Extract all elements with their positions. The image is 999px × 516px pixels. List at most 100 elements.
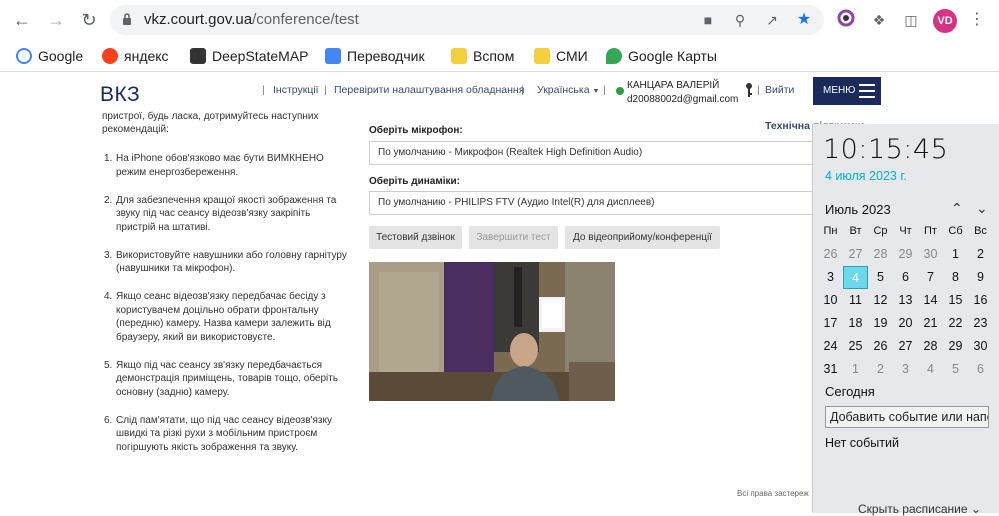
calendar-day[interactable]: 14 (918, 289, 943, 312)
bookmark-google[interactable]: Google (16, 46, 83, 66)
calendar-day[interactable]: 1 (943, 243, 968, 266)
calendar-day[interactable]: 27 (893, 335, 918, 358)
camera-blocked-icon[interactable]: ■ (698, 10, 718, 30)
calendar-day[interactable]: 10 (818, 289, 843, 312)
side-panel-icon[interactable]: ◫ (900, 9, 922, 31)
calendar-day[interactable]: 26 (818, 243, 843, 266)
extensions-puzzle-icon[interactable]: ❖ (868, 9, 890, 31)
calendar-day[interactable]: 28 (918, 335, 943, 358)
menu-button[interactable]: МЕНЮ (813, 77, 881, 105)
calendar-day[interactable]: 25 (843, 335, 868, 358)
calendar-week-row: 24 25 26 27 28 29 30 (818, 335, 998, 358)
weekday-label: Пт (924, 225, 937, 237)
calendar-day[interactable]: 7 (918, 266, 943, 289)
chevron-down-icon[interactable]: ⌄ (976, 200, 988, 217)
url-text: vkz.court.gov.ua/conference/test (144, 11, 359, 28)
bookmark-yandex[interactable]: яндекс (102, 46, 169, 66)
add-event-input[interactable]: Добавить событие или напоминание (825, 406, 989, 428)
calendar-day[interactable]: 8 (943, 266, 968, 289)
calendar-day[interactable]: 28 (868, 243, 893, 266)
deepstate-icon (190, 48, 206, 64)
logout-link[interactable]: Вийти (765, 84, 794, 96)
calendar-day[interactable]: 6 (893, 266, 918, 289)
calendar-day[interactable]: 29 (943, 335, 968, 358)
calendar-day[interactable]: 3 (818, 266, 843, 289)
hamburger-icon (859, 84, 875, 98)
chevron-up-icon[interactable]: ⌃ (951, 200, 963, 217)
profile-avatar[interactable]: VD (933, 9, 957, 33)
finish-test-button[interactable]: Завершити тест (469, 226, 558, 249)
calendar-day[interactable]: 6 (968, 358, 993, 381)
address-bar[interactable]: vkz.court.gov.ua/conference/test ■ ⚲ ↗ ★ (110, 5, 824, 35)
calendar-day[interactable]: 29 (893, 243, 918, 266)
bookmark-translate[interactable]: Переводчик (325, 46, 425, 66)
forward-icon[interactable]: → (44, 8, 68, 32)
zoom-icon[interactable]: ⚲ (730, 10, 750, 30)
calendar-week-row: 3456789 (818, 266, 998, 289)
calendar-month[interactable]: Июль 2023 (825, 202, 891, 217)
calendar-day[interactable]: 4 (918, 358, 943, 381)
calendar-day[interactable]: 11 (843, 289, 868, 312)
google-icon (16, 48, 32, 64)
chevron-down-icon: ⌄ (970, 502, 981, 516)
calendar-day[interactable]: 16 (968, 289, 993, 312)
footer-rights: Всі права застереж (737, 489, 809, 498)
calendar-day[interactable]: 2 (968, 243, 993, 266)
calendar-day[interactable]: 26 (868, 335, 893, 358)
reload-icon[interactable]: ↻ (77, 8, 101, 32)
calendar-day[interactable]: 12 (868, 289, 893, 312)
calendar-day[interactable]: 20 (893, 312, 918, 335)
star-bookmark-icon[interactable]: ★ (794, 10, 814, 30)
key-icon[interactable] (745, 83, 753, 97)
calendar-day[interactable]: 24 (818, 335, 843, 358)
maps-icon (606, 48, 622, 64)
calendar-day[interactable]: 19 (868, 312, 893, 335)
user-name[interactable]: КАНЦАРА ВАЛЕРІЙ (627, 80, 719, 91)
browser-toolbar: ← → ↻ vkz.court.gov.ua/conference/test ■… (0, 0, 999, 40)
back-icon[interactable]: ← (10, 8, 34, 32)
speaker-select[interactable]: По умолчанию - PHILIPS FTV (Аудио Intel(… (369, 191, 829, 215)
bookmark-folder-vspom[interactable]: Вспом (451, 46, 514, 66)
calendar-day[interactable]: 23 (968, 312, 993, 335)
site-logo[interactable]: ВКЗ (100, 83, 140, 107)
nav-instructions[interactable]: Інструкції (273, 84, 319, 96)
calendar-day[interactable]: 21 (918, 312, 943, 335)
language-dropdown[interactable]: Українська ▼ (537, 84, 599, 96)
calendar-day[interactable]: 5 (868, 266, 893, 289)
calendar-day-today[interactable]: 4 (843, 266, 868, 289)
hide-schedule-button[interactable]: Скрыть расписание ⌄ (858, 502, 981, 516)
clock-calendar-flyout: 10:15:45 4 июля 2023 г. Июль 2023 ⌃ ⌄ Пн… (812, 124, 999, 516)
calendar-day[interactable]: 27 (843, 243, 868, 266)
calendar-day[interactable]: 31 (818, 358, 843, 381)
calendar-day[interactable]: 18 (843, 312, 868, 335)
no-events-text: Нет событий (825, 436, 899, 450)
to-conference-button[interactable]: До відеоприйому/конференції (565, 226, 720, 249)
weekday-label: Ср (873, 225, 888, 237)
calendar-day[interactable]: 5 (943, 358, 968, 381)
list-item: 3. Використовуйте навушники або головну г… (104, 249, 347, 275)
calendar-day[interactable]: 2 (868, 358, 893, 381)
calendar-day[interactable]: 13 (893, 289, 918, 312)
calendar-week-row: 17 18 19 20 21 22 23 (818, 312, 998, 335)
menu-label: МЕНЮ (823, 85, 856, 96)
bookmark-folder-smi[interactable]: СМИ (534, 46, 588, 66)
list-item: 2. Для забезпечення кращої якості зображе… (104, 194, 337, 233)
bookmark-deepstate[interactable]: DeepStateMAP (190, 46, 309, 66)
calendar-day[interactable]: 17 (818, 312, 843, 335)
user-email: d20088002d@gmail.com (627, 94, 739, 105)
calendar-day[interactable]: 30 (968, 335, 993, 358)
calendar-day[interactable]: 15 (943, 289, 968, 312)
share-icon[interactable]: ↗ (762, 10, 782, 30)
calendar-day[interactable]: 22 (943, 312, 968, 335)
clock-date-link[interactable]: 4 июля 2023 г. (825, 169, 907, 183)
mic-select[interactable]: По умолчанию - Микрофон (Realtek High De… (369, 141, 829, 165)
calendar-day[interactable]: 9 (968, 266, 993, 289)
extension-color-icon[interactable] (835, 9, 857, 31)
bookmark-google-maps[interactable]: Google Карты (606, 46, 717, 66)
calendar-day[interactable]: 3 (893, 358, 918, 381)
test-call-button[interactable]: Тестовий дзвінок (369, 226, 462, 249)
nav-check-equipment[interactable]: Перевірити налаштування обладнання (334, 84, 524, 96)
calendar-day[interactable]: 30 (918, 243, 943, 266)
calendar-day[interactable]: 1 (843, 358, 868, 381)
more-menu-icon[interactable]: ⋮ (966, 9, 988, 31)
